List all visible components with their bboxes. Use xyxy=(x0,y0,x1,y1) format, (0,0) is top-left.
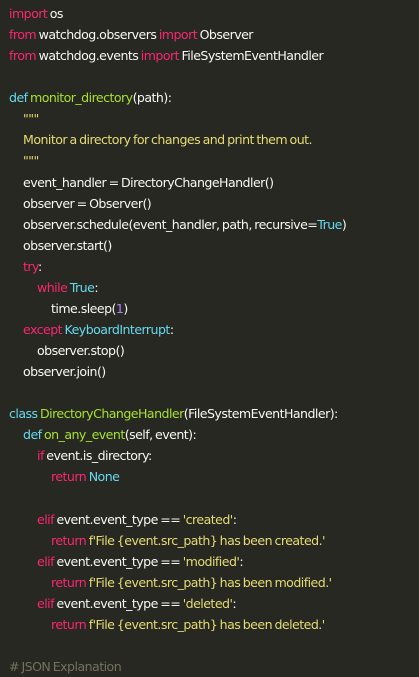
code-token: : xyxy=(232,595,237,611)
code-token: : xyxy=(239,553,244,569)
code-line: observer.start() xyxy=(0,235,419,256)
code-token: DirectoryChangeHandler xyxy=(39,406,184,422)
code-token: import xyxy=(140,48,180,64)
code-token: : xyxy=(94,279,99,295)
code-token: monitor_directory xyxy=(30,90,133,106)
code-line: elif event.event_type == 'modified': xyxy=(0,551,419,572)
code-line: observer.join() xyxy=(0,361,419,382)
code-token: return xyxy=(51,574,87,590)
code-line: return f'File {event.src_path} has been … xyxy=(0,614,419,635)
code-token: class xyxy=(9,406,38,422)
code-token: : xyxy=(169,321,174,337)
code-token: import xyxy=(9,6,48,21)
code-line: event_handler = DirectoryChangeHandler() xyxy=(0,172,419,193)
code-editor[interactable]: import os from watchdog.observers import … xyxy=(0,0,419,674)
code-token: def xyxy=(9,90,28,106)
code-line: return None xyxy=(0,466,419,487)
code-token: : xyxy=(232,511,237,527)
code-token: None xyxy=(88,469,120,485)
code-token: True xyxy=(69,279,95,295)
code-token: (path): xyxy=(132,90,172,106)
code-token: event.event_type == xyxy=(53,511,183,527)
code-token: (FileSystemEventHandler): xyxy=(183,406,339,422)
code-token: return xyxy=(51,616,87,632)
code-token: event_handler = DirectoryChangeHandler() xyxy=(23,174,274,190)
code-token: except xyxy=(23,321,63,337)
code-token: return xyxy=(51,469,87,485)
code-token: try xyxy=(23,258,39,274)
code-token: watchdog.events xyxy=(36,48,141,64)
code-line: elif event.event_type == 'deleted': xyxy=(0,593,419,614)
code-line: Monitor a directory for changes and prin… xyxy=(0,129,419,150)
code-line: # JSON Explanation xyxy=(0,656,419,677)
code-token: 'deleted' xyxy=(182,595,233,611)
code-token: True xyxy=(317,216,342,232)
code-token: """ xyxy=(23,111,39,127)
code-token: f'File {event.src_path} has been deleted… xyxy=(88,616,326,632)
code-line: class DirectoryChangeHandler(FileSystemE… xyxy=(0,403,419,424)
code-token: def xyxy=(23,427,42,443)
code-line: from watchdog.observers import Observer xyxy=(0,24,419,45)
code-line: if event.is_directory: xyxy=(0,445,419,466)
code-token: FileSystemEventHandler xyxy=(179,48,324,64)
code-token: event.is_directory: xyxy=(43,448,152,464)
code-token: elif xyxy=(37,511,55,527)
code-token: time.sleep( xyxy=(51,300,116,316)
code-token: elif xyxy=(37,553,55,569)
code-token: f'File {event.src_path} has been created… xyxy=(88,532,326,548)
code-line: from watchdog.events import FileSystemEv… xyxy=(0,45,419,66)
code-line: def on_any_event(self, event): xyxy=(0,424,419,445)
code-token: if xyxy=(37,448,44,464)
code-token: event.event_type == xyxy=(53,595,183,611)
code-line: elif event.event_type == 'created': xyxy=(0,509,419,530)
code-token: return xyxy=(51,532,87,548)
code-token: elif xyxy=(37,595,55,611)
code-token: """ xyxy=(23,153,39,169)
code-line: observer.stop() xyxy=(0,340,419,361)
code-token: observer.start() xyxy=(23,237,112,253)
code-line: import os xyxy=(0,3,419,24)
code-token: 'modified' xyxy=(182,553,240,569)
code-token: from xyxy=(9,48,37,64)
code-token: observer.stop() xyxy=(37,343,125,358)
code-line: while True: xyxy=(0,277,419,298)
code-token: KeyboardInterrupt xyxy=(64,321,171,337)
code-token: (self, event): xyxy=(124,427,197,443)
code-line: def monitor_directory(path): xyxy=(0,87,419,108)
code-token: import xyxy=(158,27,198,43)
code-token: Observer xyxy=(197,27,254,43)
code-token: Monitor a directory for changes and prin… xyxy=(23,132,313,148)
code-line: return f'File {event.src_path} has been … xyxy=(0,530,419,551)
code-token: observer = Observer() xyxy=(23,195,152,211)
code-token: : xyxy=(38,258,42,274)
code-token: f'File {event.src_path} has been modifie… xyxy=(88,574,332,590)
code-token: from xyxy=(9,27,37,43)
code-token: ) xyxy=(341,216,347,232)
code-token: watchdog.observers xyxy=(36,27,159,43)
code-token: # JSON Explanation xyxy=(9,658,122,674)
code-line: """ xyxy=(0,108,419,129)
code-token: while xyxy=(37,279,68,295)
code-token: 'created' xyxy=(182,511,234,527)
code-line: observer.schedule(event_handler, path, r… xyxy=(0,214,419,235)
code-token: event.event_type == xyxy=(53,553,183,569)
code-token: on_any_event xyxy=(44,427,125,443)
code-token: os xyxy=(47,6,64,21)
code-line: except KeyboardInterrupt: xyxy=(0,319,419,340)
code-line: time.sleep(1) xyxy=(0,298,419,319)
code-line: try: xyxy=(0,256,419,277)
code-token: ) xyxy=(123,300,128,316)
code-token: observer.join() xyxy=(23,364,106,380)
code-line: observer = Observer() xyxy=(0,193,419,214)
code-line: return f'File {event.src_path} has been … xyxy=(0,572,419,593)
code-line: """ xyxy=(0,150,419,171)
code-token: observer.schedule(event_handler, path, r… xyxy=(23,216,318,232)
